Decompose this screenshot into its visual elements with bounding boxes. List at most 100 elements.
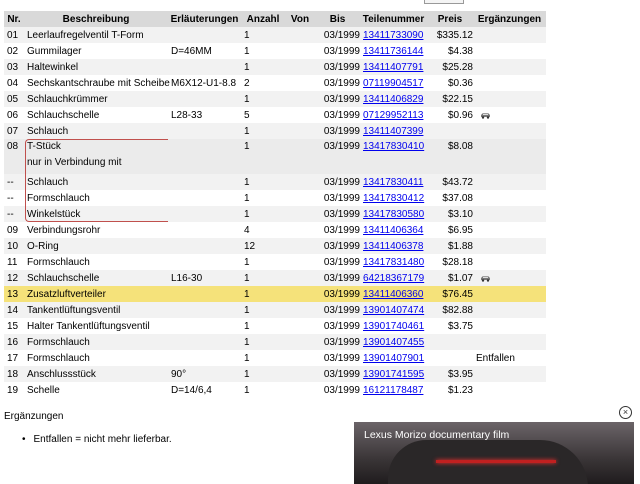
part-number-link[interactable]: 13901407455 [363,337,424,348]
cell-bis: 03/1999 [315,366,360,382]
cell-ergaenzungen [473,286,546,302]
table-row: -- Schlauch 1 03/1999 13417830411 $43.72 [4,174,546,190]
column-header-von: Von [285,11,315,27]
cell-beschreibung: Verbindungsrohr [24,222,168,238]
part-number-link[interactable]: 13411407399 [363,126,423,137]
cell-teilenummer: 13411407791 [360,59,427,75]
cell-von [285,318,315,334]
cell-preis [427,334,473,350]
table-row: -- Formschlauch 1 03/1999 13417830412 $37.08 [4,190,546,206]
part-number-link[interactable]: 13901741595 [363,369,424,380]
price-value: $8.08 [447,141,473,152]
part-number-link[interactable]: 13411406829 [363,94,423,105]
cell-von [285,302,315,318]
cell-beschreibung: Schlauch [24,123,168,139]
part-number-link[interactable]: 13417830412 [363,193,424,204]
cell-beschreibung: Leerlaufregelventil T-Form [24,27,168,43]
cell-beschreibung: Schlauchschelle [24,270,168,286]
price-value: $25.28 [442,61,473,73]
cell-teilenummer: 13411407399 [360,123,427,139]
cell-von [285,286,315,302]
cell-anzahl: 1 [241,382,285,398]
part-number-link[interactable]: 13411733090 [363,30,423,41]
cell-erlaeuterungen [168,222,241,238]
cell-erlaeuterungen: L28-33 [168,107,241,123]
cell-erlaeuterungen [168,350,241,366]
top-button[interactable] [424,0,464,4]
close-icon[interactable]: × [619,406,632,419]
cell-preis: $76.45 [427,286,473,302]
cell-beschreibung: Formschlauch [24,350,168,366]
cell-bis: 03/1999 [315,190,360,206]
table-row: 08 T-Stück nur in Verbindung mit 1 03/1999 13… [4,139,546,174]
price-value: $28.18 [442,256,473,268]
price-value: $1.07 [447,272,473,284]
price-value: $76.45 [442,288,473,300]
price-value: $3.75 [447,320,473,332]
table-row: 07 Schlauch 1 03/1999 13411407399 [4,123,546,139]
cell-nr: 17 [4,350,24,366]
column-header-anzahl: Anzahl [241,11,285,27]
cell-erlaeuterungen [168,91,241,107]
cell-anzahl: 1 [241,190,285,206]
cell-erlaeuterungen [168,206,241,222]
cell-erlaeuterungen [168,139,241,174]
car-icon[interactable] [480,111,491,119]
cell-bis: 03/1999 [315,43,360,59]
cell-teilenummer: 13901741595 [360,366,427,382]
part-number-link[interactable]: 07119904517 [363,78,423,89]
cell-ergaenzungen [473,27,546,43]
cell-von [285,27,315,43]
cell-von [285,107,315,123]
part-number-link[interactable]: 13901740461 [363,321,424,332]
part-number-link[interactable]: 16121178487 [363,385,423,396]
cell-bis: 03/1999 [315,107,360,123]
part-number-link[interactable]: 13411736144 [363,46,423,57]
part-number-link[interactable]: 13411406364 [363,225,423,236]
car-icon[interactable] [480,274,491,282]
part-number-link[interactable]: 13417830580 [363,209,424,220]
price-value: $1.88 [447,240,473,252]
price-value: $22.15 [442,93,473,105]
part-number-link[interactable]: 13411407791 [363,62,423,73]
price-value: $0.96 [447,109,473,121]
part-number-link[interactable]: 07129952113 [363,110,423,121]
cell-beschreibung: Formschlauch [24,254,168,270]
column-header-bis: Bis [315,11,360,27]
cell-teilenummer: 13901407474 [360,302,427,318]
part-number-link[interactable]: 13411406360 [363,289,423,300]
cell-anzahl: 1 [241,174,285,190]
cell-erlaeuterungen: M6X12-U1-8.8 [168,75,241,91]
cell-nr: 13 [4,286,24,302]
cell-bis: 03/1999 [315,123,360,139]
cell-ergaenzungen [473,123,546,139]
part-number-link[interactable]: 13411406378 [363,241,423,252]
part-number-link[interactable]: 64218367179 [363,273,424,284]
cell-teilenummer: 13411406829 [360,91,427,107]
cell-ergaenzungen [473,174,546,190]
table-row: 09 Verbindungsrohr 4 03/1999 13411406364 $6.9… [4,222,546,238]
cell-preis: $4.38 [427,43,473,59]
cell-bis: 03/1999 [315,222,360,238]
cell-ergaenzungen [473,334,546,350]
part-number-link[interactable]: 13417831480 [363,257,424,268]
cell-bis: 03/1999 [315,75,360,91]
cell-preis: $0.96 [427,107,473,123]
part-number-link[interactable]: 13417830411 [363,177,423,188]
description-line: T-Stück [27,141,61,152]
cell-preis [427,350,473,366]
taillight [436,460,556,463]
cell-anzahl: 1 [241,254,285,270]
cell-von [285,222,315,238]
part-number-link[interactable]: 13901407901 [363,353,424,364]
cell-erlaeuterungen [168,123,241,139]
cell-preis: $37.08 [427,190,473,206]
price-value: $6.95 [447,224,473,236]
part-number-link[interactable]: 13901407474 [363,305,424,316]
part-number-link[interactable]: 13417830410 [363,141,424,152]
cell-von [285,238,315,254]
table-row: 04 Sechskantschraube mit Scheibe M6X12-U1-… [4,75,546,91]
cell-erlaeuterungen [168,59,241,75]
cell-anzahl: 1 [241,43,285,59]
video-player[interactable]: Lexus Morizo documentary film [354,422,634,484]
